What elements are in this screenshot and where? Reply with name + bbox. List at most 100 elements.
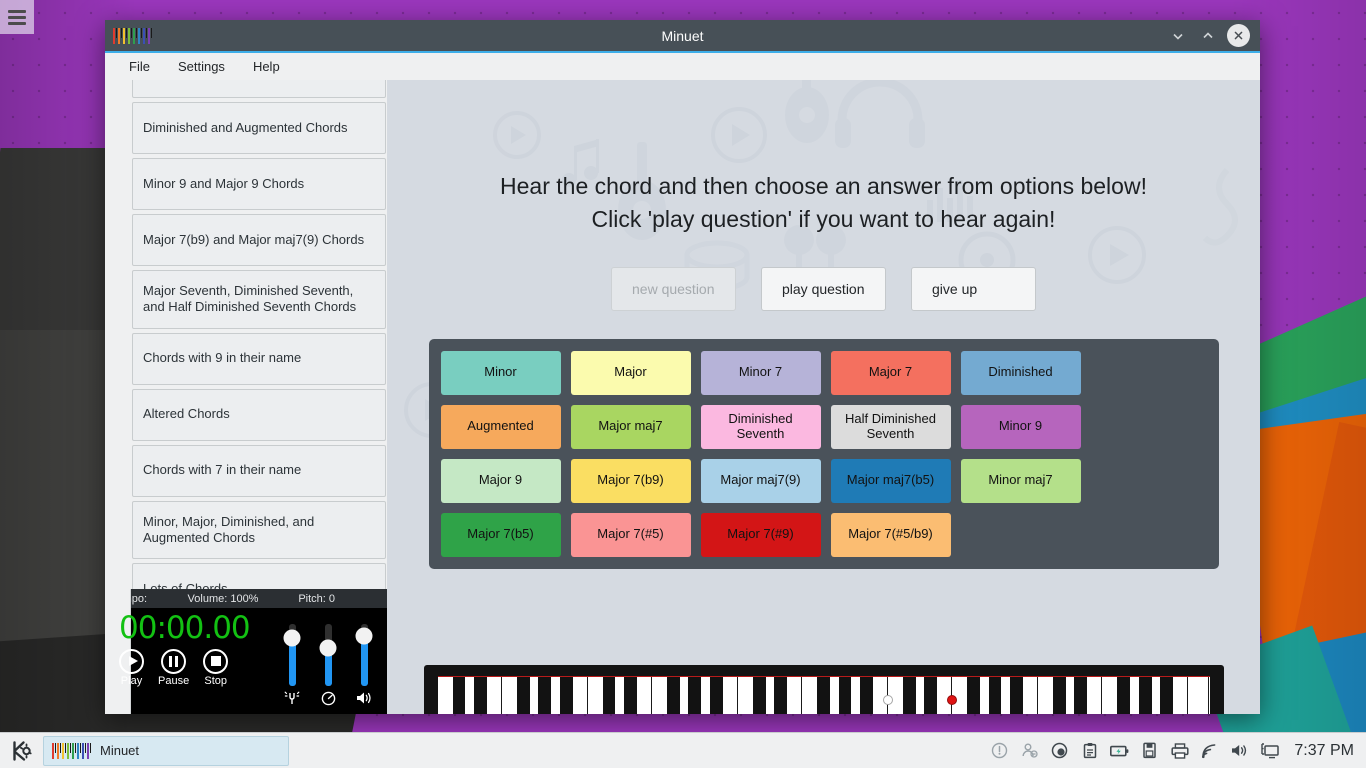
volume-slider-track[interactable] [361,624,368,686]
answer-option[interactable]: Major maj7 [571,405,691,449]
piano-keys[interactable] [438,677,1210,714]
answer-option[interactable]: Minor [441,351,561,395]
clipboard-icon[interactable] [1080,741,1099,760]
play-label: Play [121,675,142,687]
answer-option[interactable]: Major 7 [831,351,951,395]
player-left: 00:00.00 Play Pause [119,612,250,708]
exercise-list[interactable]: Minor 7 and Dominant 7 Chords Diminished … [105,80,387,589]
answer-option[interactable]: Diminished Seventh [701,405,821,449]
piano-black-key[interactable] [924,677,937,714]
close-icon[interactable] [1227,24,1250,47]
exercise-item[interactable]: Minor, Major, Diminished, and Augmented … [132,501,386,560]
exercise-item[interactable]: Diminished and Augmented Chords [132,102,386,154]
answer-option[interactable]: Minor 7 [701,351,821,395]
piano-black-key[interactable] [753,677,766,714]
tempo-slider[interactable] [315,624,341,706]
piano-black-key[interactable] [989,677,1002,714]
menu-help[interactable]: Help [241,55,292,78]
taskbar: Minuet 7:37 PM [0,732,1366,768]
menu-settings[interactable]: Settings [166,55,237,78]
exercise-prompt: Hear the chord and then choose an answer… [500,170,1147,237]
answer-option[interactable]: Minor maj7 [961,459,1081,503]
answer-option[interactable]: Diminished [961,351,1081,395]
piano-black-key[interactable] [839,677,852,714]
piano-black-key[interactable] [967,677,980,714]
piano-black-key[interactable] [710,677,723,714]
exercise-item[interactable]: Lots of Chords [132,563,386,589]
answer-option[interactable]: Major maj7(9) [701,459,821,503]
battery-icon[interactable] [1110,741,1129,760]
task-minuet[interactable]: Minuet [43,736,289,766]
playback-timer: 00:00.00 [119,612,250,645]
answer-option[interactable]: Major 7(b5) [441,513,561,557]
piano-black-key[interactable] [453,677,466,714]
answer-option[interactable]: Major 9 [441,459,561,503]
piano-black-key[interactable] [817,677,830,714]
minimize-icon[interactable] [1167,25,1189,47]
exercise-item[interactable]: Chords with 7 in their name [132,445,386,497]
piano-black-key[interactable] [517,677,530,714]
piano-note-marker [883,695,893,705]
volume-slider[interactable] [351,624,377,706]
volume-icon[interactable] [1230,741,1249,760]
removable-media-icon[interactable] [1140,741,1159,760]
printer-icon[interactable] [1170,741,1189,760]
answer-option[interactable]: Major 7(#9) [701,513,821,557]
piano-black-key[interactable] [1160,677,1173,714]
piano-black-key[interactable] [603,677,616,714]
menu-file[interactable]: File [117,55,162,78]
piano-black-key[interactable] [1074,677,1087,714]
tempo-slider-track[interactable] [325,624,332,686]
exercise-item[interactable]: Minor 7 and Dominant 7 Chords [132,80,386,98]
piano-black-key[interactable] [1117,677,1130,714]
hamburger-bar-1 [8,10,26,13]
piano-black-key[interactable] [1053,677,1066,714]
exercise-item[interactable]: Major Seventh, Diminished Seventh, and H… [132,270,386,329]
answer-option[interactable]: Minor 9 [961,405,1081,449]
piano-black-key[interactable] [774,677,787,714]
player-header: Tempo: Volume: 100% Pitch: 0 [105,589,387,608]
answer-option[interactable]: Major 7(#5/b9) [831,513,951,557]
answer-option[interactable]: Augmented [441,405,561,449]
piano-black-key[interactable] [474,677,487,714]
piano-black-key[interactable] [624,677,637,714]
maximize-icon[interactable] [1197,25,1219,47]
piano-white-key[interactable] [1188,677,1209,714]
piano-black-key[interactable] [688,677,701,714]
give-up-button[interactable]: give up [911,267,1036,311]
new-question-button[interactable]: new question [611,267,736,311]
answer-option[interactable]: Major 7(b9) [571,459,691,503]
notification-icon[interactable] [990,741,1009,760]
answer-option[interactable]: Major 7(#5) [571,513,691,557]
piano-black-key[interactable] [1139,677,1152,714]
exercise-item[interactable]: Altered Chords [132,389,386,441]
pitch-slider[interactable] [279,624,305,706]
answer-option[interactable]: Major maj7(b5) [831,459,951,503]
piano-black-key[interactable] [860,677,873,714]
app-icon [113,28,131,44]
exercise-item[interactable]: Chords with 9 in their name [132,333,386,385]
stop-button[interactable]: Stop [203,649,228,687]
answer-option[interactable]: Major [571,351,691,395]
answer-option[interactable]: Half Diminished Seventh [831,405,951,449]
piano-black-key[interactable] [903,677,916,714]
play-question-button[interactable]: play question [761,267,886,311]
play-button[interactable]: Play [119,649,144,687]
piano-black-key[interactable] [560,677,573,714]
display-icon[interactable] [1260,741,1279,760]
piano-black-key[interactable] [667,677,680,714]
piano-note-marker [947,695,957,705]
piano-black-key[interactable] [1010,677,1023,714]
disc-icon[interactable] [1050,741,1069,760]
desktop-toolbox-button[interactable] [0,0,34,34]
kde-menu-icon[interactable] [3,734,37,768]
pause-button[interactable]: Pause [158,649,189,687]
exercise-item[interactable]: Minor 9 and Major 9 Chords [132,158,386,210]
piano-black-key[interactable] [538,677,551,714]
pitch-slider-track[interactable] [289,624,296,686]
user-status-icon[interactable] [1020,741,1039,760]
window-titlebar: Minuet [105,20,1260,53]
network-wireless-icon[interactable] [1200,741,1219,760]
clock[interactable]: 7:37 PM [1294,742,1354,760]
exercise-item[interactable]: Major 7(b9) and Major maj7(9) Chords [132,214,386,266]
